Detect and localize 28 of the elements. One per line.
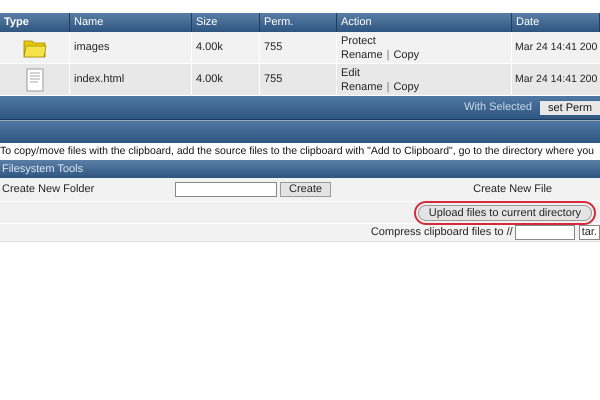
set-permissions-button[interactable]: set Perm bbox=[540, 100, 600, 114]
field-label: Create New Folder bbox=[1, 182, 96, 198]
action-link[interactable]: Edit bbox=[341, 66, 360, 80]
date: Mar 24 14:41 200 bbox=[514, 40, 598, 55]
archive-type-dropdown[interactable]: tar. bbox=[578, 225, 600, 240]
file-name: images bbox=[70, 32, 192, 63]
action-link[interactable]: Copy bbox=[393, 80, 420, 94]
action-link[interactable]: Rename bbox=[341, 80, 383, 94]
date: Mar 24 14:41 200 bbox=[514, 72, 598, 87]
folder-icon bbox=[22, 38, 46, 58]
folder-name-field[interactable] bbox=[175, 182, 277, 197]
section-title: Filesystem Tools bbox=[0, 160, 600, 178]
field-label: Compress clipboard files to // bbox=[370, 225, 513, 240]
action-link[interactable]: Protect bbox=[341, 34, 376, 48]
action-link[interactable]: Copy bbox=[393, 48, 420, 62]
file-name: index.html bbox=[70, 64, 192, 95]
document-icon bbox=[26, 68, 44, 92]
field-label: Create New File bbox=[473, 182, 552, 198]
permissions: 755 bbox=[260, 32, 337, 63]
create-button[interactable]: Create bbox=[280, 182, 332, 197]
file-size: 4.00k bbox=[192, 32, 260, 63]
archive-name-field[interactable] bbox=[514, 225, 575, 240]
permissions: 755 bbox=[260, 64, 337, 95]
with-selected-label: With Selected bbox=[464, 100, 532, 116]
separator: | bbox=[386, 48, 390, 62]
separator: | bbox=[386, 80, 390, 94]
file-size: 4.00k bbox=[192, 64, 260, 95]
action-link[interactable]: Rename bbox=[341, 48, 383, 62]
